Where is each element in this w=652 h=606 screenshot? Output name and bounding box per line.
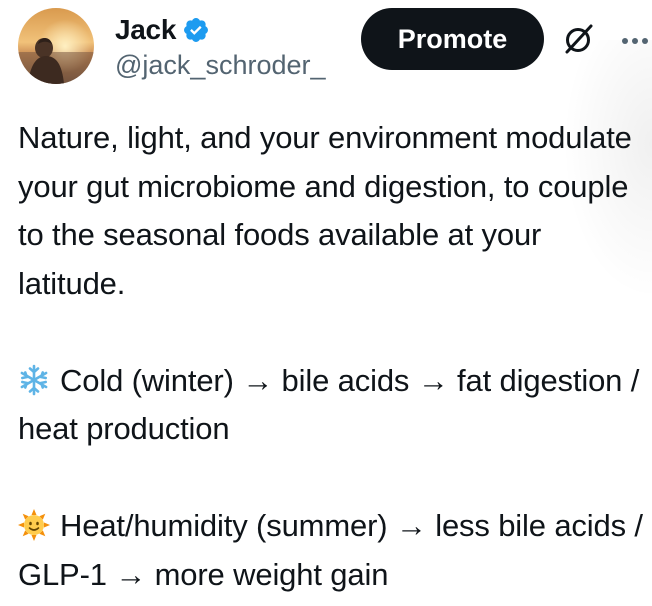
avatar[interactable] (18, 8, 94, 84)
display-name[interactable]: Jack (115, 14, 176, 46)
name-row: Jack (115, 12, 326, 48)
tweet-list-item: Heat/humidity (summer) → less bile acids… (18, 502, 643, 599)
verified-badge-icon[interactable] (182, 16, 210, 44)
avatar-sunset-photo (18, 8, 94, 84)
grok-icon[interactable] (561, 21, 597, 57)
tweet-header: Jack @jack_schroder_ Promote (18, 8, 652, 92)
tweet-item-text: Cold (winter) → bile acids → fat digesti… (18, 362, 640, 447)
tweet-paragraph: Nature, light, and your environment modu… (18, 120, 632, 301)
tweet-list-item: Cold (winter) → bile acids → fat digesti… (18, 357, 643, 454)
tweet-item-text: Heat/humidity (summer) → less bile acids… (18, 508, 643, 592)
author-info: Jack @jack_schroder_ (115, 12, 326, 81)
more-dots-icon[interactable] (615, 20, 652, 60)
snowflake-icon (18, 362, 50, 395)
handle[interactable]: @jack_schroder_ (115, 50, 326, 81)
promote-button[interactable]: Promote (361, 8, 544, 70)
sun-with-face-icon (18, 507, 50, 541)
tweet-text: Nature, light, and your environment modu… (18, 114, 643, 599)
